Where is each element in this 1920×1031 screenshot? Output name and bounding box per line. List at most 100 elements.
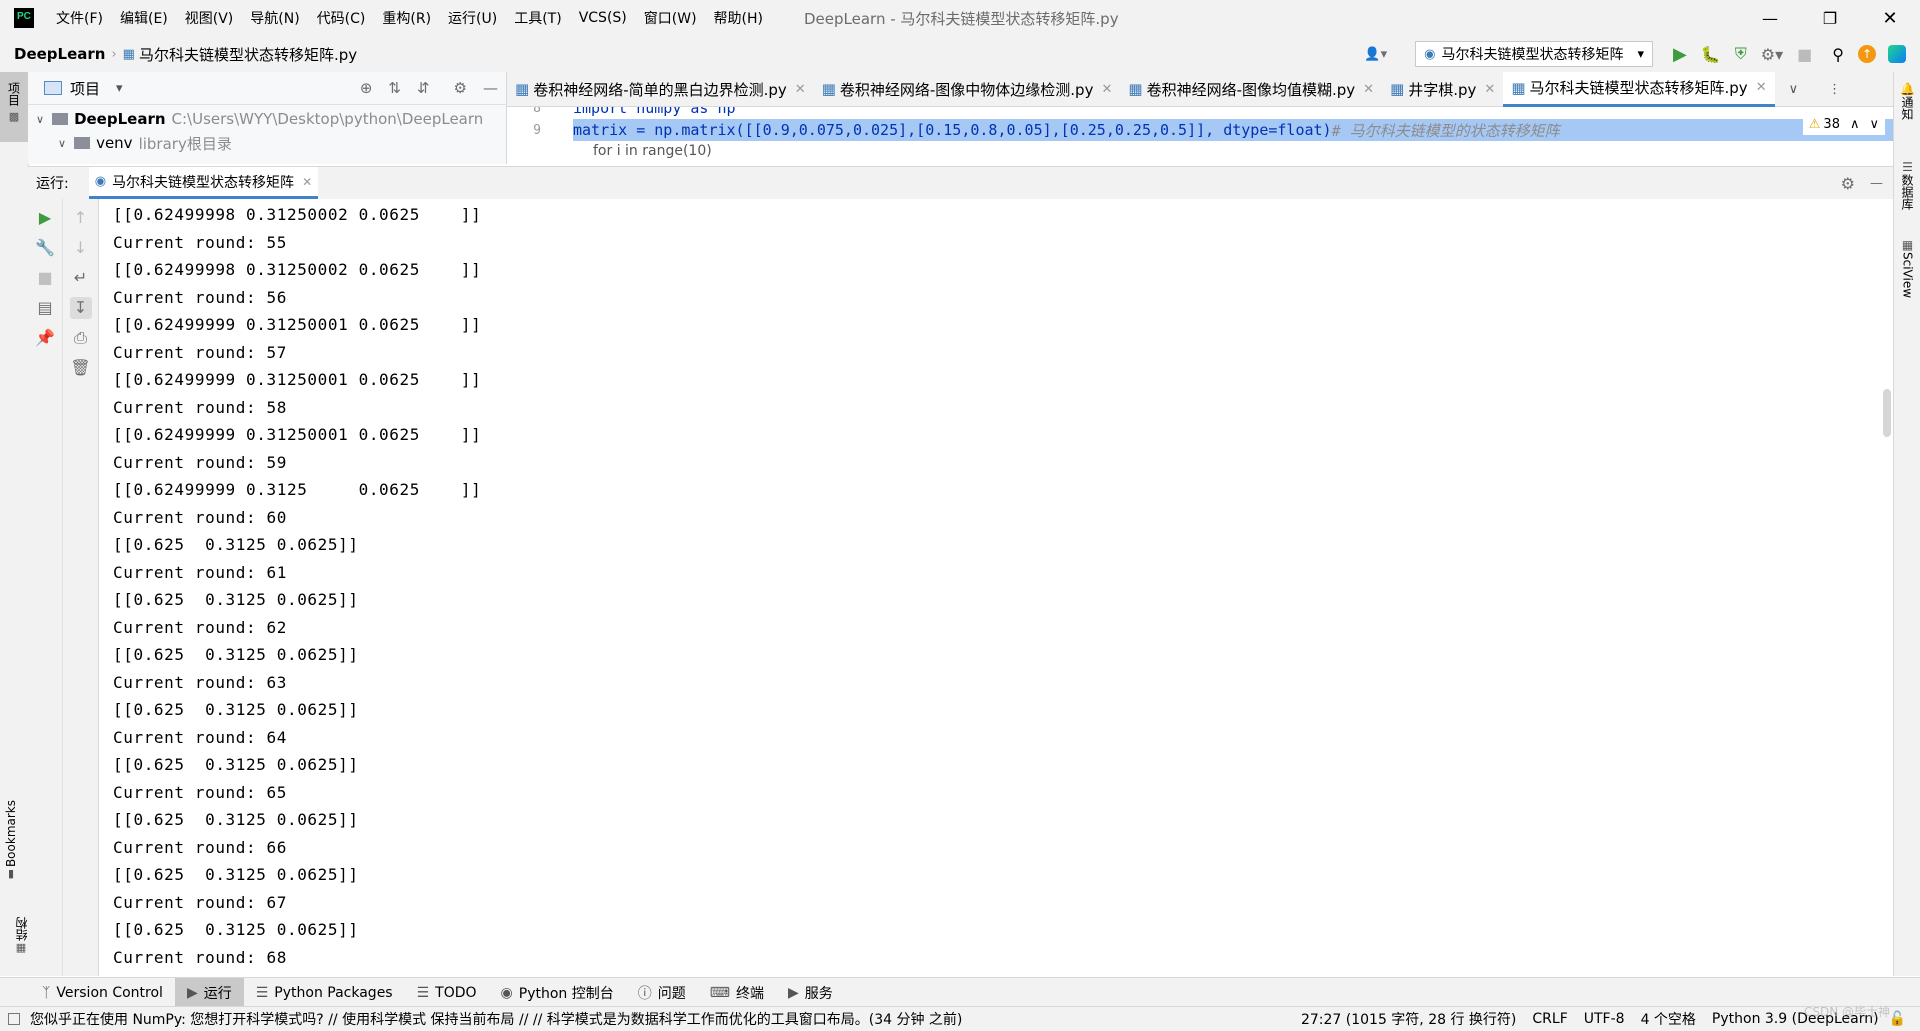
coverage-icon[interactable]: ⛨ bbox=[1735, 44, 1747, 64]
close-icon[interactable]: ✕ bbox=[1101, 82, 1112, 97]
tool-services[interactable]: ▶ 服务 bbox=[776, 978, 845, 1007]
tree-item-root[interactable]: ∨ DeepLearn C:\Users\WYY\Desktop\python\… bbox=[28, 107, 506, 131]
restore-button[interactable]: ❐ bbox=[1800, 9, 1860, 28]
lock-icon[interactable]: 🔓 bbox=[1889, 1011, 1906, 1027]
menu-edit[interactable]: 编辑(E) bbox=[120, 8, 168, 28]
status-message[interactable]: 您似乎正在使用 NumPy: 您想打开科学模式吗? // 使用科学模式 保持当前… bbox=[30, 1009, 962, 1029]
project-pane-title[interactable]: 项目 bbox=[70, 78, 100, 99]
code-area[interactable]: 8 import numpy as np 9 matrix = np.matri… bbox=[507, 107, 1893, 165]
chevron-down-icon[interactable]: ∨ bbox=[1869, 117, 1879, 132]
chevron-down-icon[interactable]: ∨ bbox=[58, 137, 66, 150]
pin-icon[interactable]: 📌 bbox=[34, 327, 56, 349]
chevron-down-icon[interactable]: ∨ bbox=[36, 113, 44, 126]
tool-terminal[interactable]: ⌨ 终端 bbox=[698, 978, 776, 1007]
breadcrumb-project[interactable]: DeepLearn bbox=[14, 45, 105, 63]
menu-code[interactable]: 代码(C) bbox=[317, 8, 366, 28]
trash-icon[interactable]: 🗑 bbox=[70, 357, 92, 379]
file-encoding[interactable]: UTF-8 bbox=[1584, 1011, 1625, 1027]
rerun-icon[interactable]: ▶ bbox=[34, 207, 56, 229]
tree-item-venv[interactable]: ∨ venv library根目录 bbox=[28, 131, 506, 155]
jetbrains-icon[interactable] bbox=[1888, 45, 1906, 63]
close-icon[interactable]: ✕ bbox=[795, 82, 806, 97]
chevron-up-icon[interactable]: ∧ bbox=[1850, 117, 1860, 132]
pycharm-logo: PC bbox=[14, 8, 34, 28]
tool-label: 运行 bbox=[203, 985, 232, 1002]
arrow-up-icon[interactable]: ↑ bbox=[70, 207, 92, 229]
tool-python-console[interactable]: ◉ Python 控制台 bbox=[489, 978, 626, 1007]
editor-tab-label: 马尔科夫链模型状态转移矩阵.py bbox=[1529, 79, 1748, 97]
status-toggle-icon[interactable] bbox=[8, 1013, 20, 1025]
tool-version-control[interactable]: ᛉ Version Control bbox=[30, 978, 175, 1007]
scroll-to-end-icon[interactable]: ↧ bbox=[69, 297, 92, 319]
run-console[interactable]: [[0.62499998 0.31250002 0.0625 ]] Curren… bbox=[99, 199, 1893, 976]
tool-todo[interactable]: ☰ TODO bbox=[405, 978, 489, 1007]
close-icon[interactable]: ✕ bbox=[1756, 80, 1767, 95]
menu-file[interactable]: 文件(F) bbox=[56, 8, 103, 28]
run-icon[interactable]: ▶ bbox=[1673, 44, 1687, 65]
editor-tab-active[interactable]: ▦ 马尔科夫链模型状态转移矩阵.py ✕ bbox=[1503, 71, 1775, 107]
python-icon: ◉ bbox=[94, 174, 107, 189]
minimize-button[interactable]: — bbox=[1740, 9, 1800, 28]
locate-icon[interactable]: ⊕ bbox=[360, 79, 373, 97]
editor-tab[interactable]: ▦ 卷积神经网络-图像中物体边缘检测.py ✕ bbox=[814, 73, 1121, 105]
stop-icon[interactable]: ■ bbox=[1797, 45, 1812, 64]
caret-position[interactable]: 27:27 (1015 字符, 28 行 换行符) bbox=[1301, 1009, 1516, 1029]
collapse-all-icon[interactable]: ⇵ bbox=[417, 79, 430, 97]
database-tool-button[interactable]: ☰ 数据库 bbox=[1894, 160, 1920, 210]
menu-help[interactable]: 帮助(H) bbox=[714, 8, 763, 28]
close-icon[interactable]: ✕ bbox=[1484, 82, 1495, 97]
hide-icon[interactable]: — bbox=[483, 79, 498, 97]
menu-navigate[interactable]: 导航(N) bbox=[250, 8, 299, 28]
breadcrumb-file[interactable]: 马尔科夫链模型状态转移矩阵.py bbox=[139, 44, 357, 65]
bookmarks-tool-button[interactable]: Bookmarks ▮ bbox=[4, 800, 18, 880]
update-icon[interactable]: ↑ bbox=[1858, 45, 1876, 63]
tab-list-chevron-icon[interactable]: ∨ bbox=[1789, 82, 1799, 97]
editor-tab[interactable]: ▦ 卷积神经网络-图像均值模糊.py ✕ bbox=[1120, 73, 1382, 105]
project-tool-button[interactable]: 项目 ▩ bbox=[0, 72, 28, 142]
print-icon[interactable]: ⎙ bbox=[70, 327, 92, 349]
run-tab[interactable]: ◉ 马尔科夫链模型状态转移矩阵 ✕ bbox=[88, 167, 319, 199]
indent-setting[interactable]: 4 个空格 bbox=[1641, 1009, 1696, 1029]
search-icon[interactable]: ⚲ bbox=[1832, 45, 1844, 64]
soft-wrap-icon[interactable]: ↵ bbox=[70, 267, 92, 289]
close-icon[interactable]: ✕ bbox=[302, 175, 312, 189]
line-separator[interactable]: CRLF bbox=[1532, 1011, 1567, 1027]
sciview-tool-button[interactable]: ▦ SciView bbox=[1894, 238, 1920, 298]
notifications-tool-button[interactable]: 🔔 通知 bbox=[1894, 72, 1920, 120]
profile-icon[interactable]: ⚙▾ bbox=[1761, 45, 1783, 64]
arrow-down-icon[interactable]: ↓ bbox=[70, 237, 92, 259]
debug-icon[interactable]: 🐛 bbox=[1701, 45, 1721, 64]
menu-vcs[interactable]: VCS(S) bbox=[579, 10, 627, 26]
menu-refactor[interactable]: 重构(R) bbox=[382, 8, 431, 28]
user-icon[interactable]: 👤▾ bbox=[1364, 47, 1387, 62]
console-line: Current round: 61 bbox=[113, 562, 287, 582]
menu-view[interactable]: 视图(V) bbox=[185, 8, 234, 28]
tool-python-packages[interactable]: ☰ Python Packages bbox=[244, 978, 405, 1007]
wrench-icon[interactable]: 🔧 bbox=[34, 237, 56, 259]
expand-all-icon[interactable]: ⇅ bbox=[388, 79, 401, 97]
gear-icon[interactable]: ⚙ bbox=[454, 79, 467, 97]
code-line-9: 9 matrix = np.matrix([[0.9,0.075,0.025],… bbox=[507, 119, 1893, 141]
chevron-down-icon[interactable]: ▾ bbox=[116, 81, 123, 96]
layout-icon[interactable]: ▤ bbox=[34, 297, 56, 319]
tool-run[interactable]: ▶ 运行 bbox=[174, 978, 244, 1007]
more-icon[interactable]: ⋮ bbox=[1828, 82, 1841, 97]
menu-run[interactable]: 运行(U) bbox=[448, 8, 497, 28]
close-icon[interactable]: ✕ bbox=[1363, 82, 1374, 97]
inspection-widget[interactable]: ⚠ 38 ∧ ∨ bbox=[1802, 113, 1885, 135]
console-line: [[0.62499999 0.31250001 0.0625 ]] bbox=[113, 315, 482, 334]
settings-gear-icon[interactable]: ⚙ bbox=[1841, 174, 1855, 193]
menu-tools[interactable]: 工具(T) bbox=[514, 8, 561, 28]
console-scrollbar-thumb[interactable] bbox=[1883, 389, 1891, 437]
console-line: [[0.625 0.3125 0.0625]] bbox=[113, 865, 359, 884]
editor-tab[interactable]: ▦ 卷积神经网络-简单的黑白边界检测.py ✕ bbox=[507, 73, 814, 105]
editor-tab[interactable]: ▦ 井字棋.py ✕ bbox=[1382, 73, 1503, 105]
menu-window[interactable]: 窗口(W) bbox=[644, 8, 697, 28]
tool-problems[interactable]: ⓘ 问题 bbox=[626, 978, 698, 1007]
run-config-selector[interactable]: ◉ 马尔科夫链模型状态转移矩阵 ▾ bbox=[1415, 41, 1653, 67]
close-button[interactable]: ✕ bbox=[1860, 8, 1920, 29]
hide-panel-icon[interactable]: — bbox=[1870, 176, 1883, 191]
python-file-icon: ▦ bbox=[122, 46, 135, 62]
code-comment: # 马尔科夫链模型的状态转移矩阵 bbox=[1331, 121, 1560, 140]
stop-icon[interactable]: ■ bbox=[34, 267, 56, 289]
